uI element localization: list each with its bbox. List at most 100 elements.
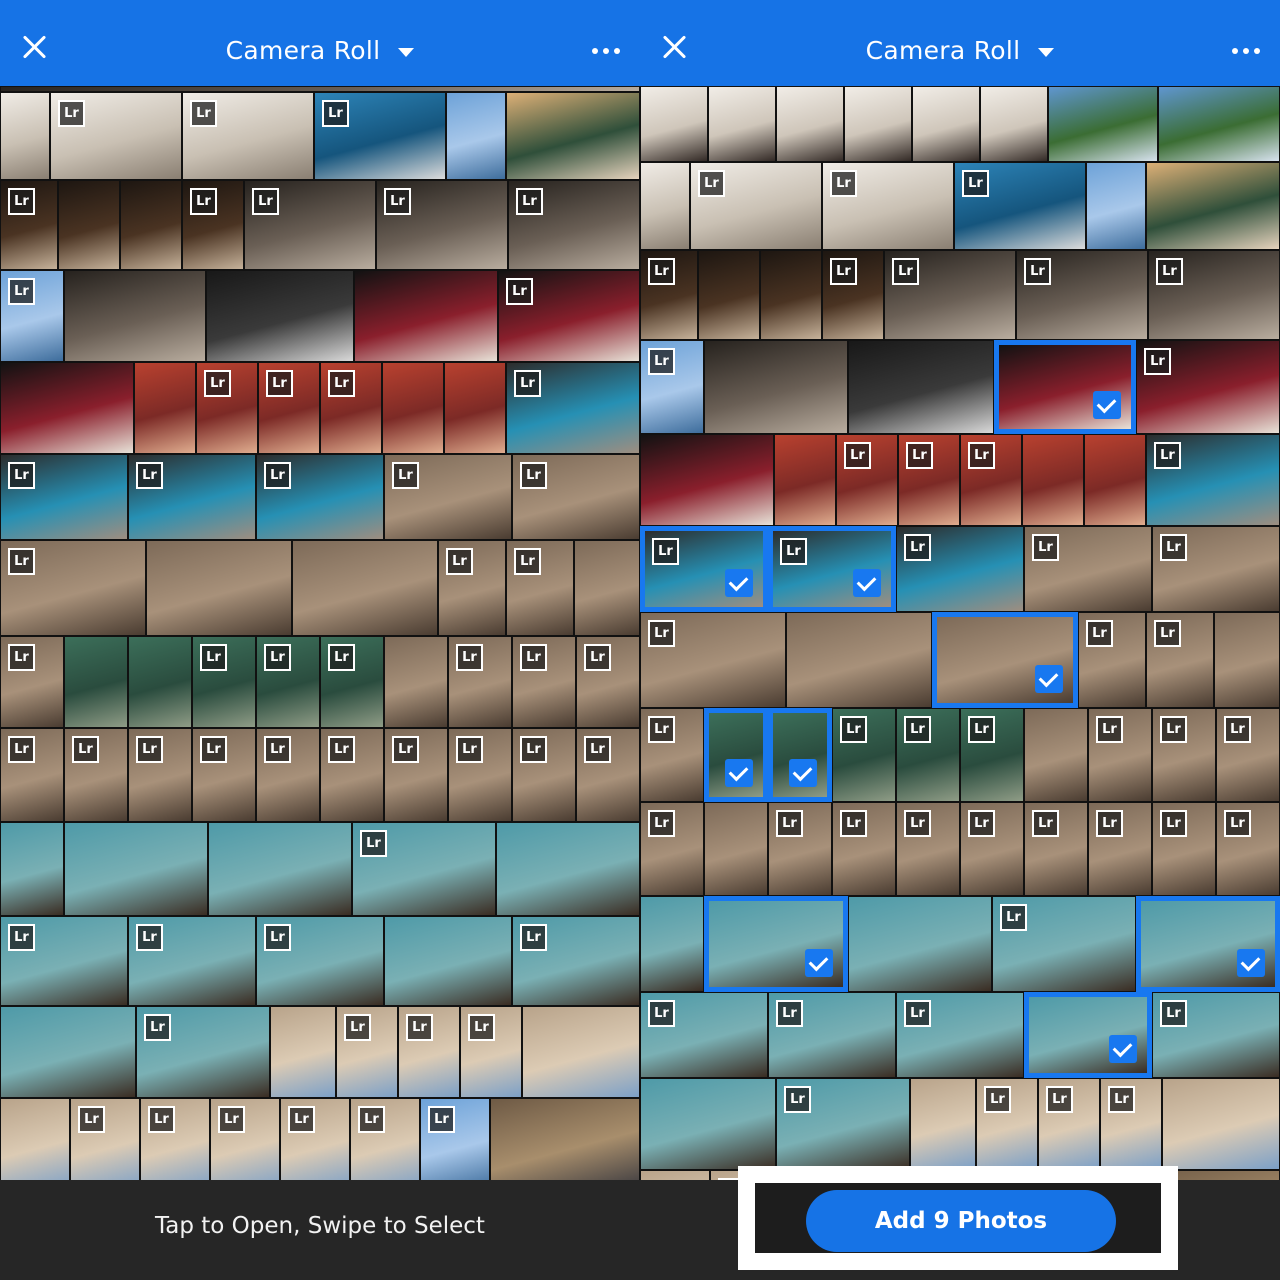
photo-thumbnail[interactable]	[760, 250, 822, 340]
photo-thumbnail[interactable]: Lr	[960, 708, 1024, 802]
photo-thumbnail[interactable]: Lr	[512, 728, 576, 822]
photo-thumbnail[interactable]: Lr	[768, 992, 896, 1078]
photo-thumbnail[interactable]: Lr	[884, 250, 1016, 340]
photo-thumbnail[interactable]: Lr	[1078, 612, 1146, 708]
photo-thumbnail[interactable]	[1214, 612, 1280, 708]
photo-thumbnail[interactable]: Lr	[954, 162, 1086, 250]
photo-thumbnail[interactable]: Lr	[320, 728, 384, 822]
photo-thumbnail[interactable]: Lr	[196, 362, 258, 454]
close-icon[interactable]	[22, 34, 48, 60]
photo-thumbnail[interactable]	[704, 896, 848, 992]
photo-thumbnail[interactable]: Lr	[320, 362, 382, 454]
photo-thumbnail[interactable]: Lr	[896, 992, 1024, 1078]
photo-thumbnail[interactable]	[708, 86, 776, 162]
photo-thumbnail[interactable]	[128, 636, 192, 728]
photo-thumbnail[interactable]: Lr	[776, 1078, 910, 1170]
photo-thumbnail[interactable]: Lr	[506, 362, 640, 454]
album-title[interactable]: Camera Roll	[226, 36, 381, 65]
photo-thumbnail[interactable]	[640, 162, 690, 250]
photo-thumbnail[interactable]: Lr	[320, 636, 384, 728]
photo-thumbnail[interactable]: Lr	[512, 454, 640, 540]
photo-thumbnail[interactable]: Lr	[0, 180, 58, 270]
photo-thumbnail[interactable]: Lr	[256, 636, 320, 728]
photo-thumbnail[interactable]: Lr	[128, 916, 256, 1006]
photo-thumbnail[interactable]	[1024, 708, 1088, 802]
photo-thumbnail[interactable]: Lr	[1152, 708, 1216, 802]
photo-thumbnail[interactable]	[848, 896, 992, 992]
photo-thumbnail[interactable]	[0, 822, 64, 916]
photo-thumbnail[interactable]: Lr	[1152, 802, 1216, 896]
photo-thumbnail[interactable]: Lr	[0, 636, 64, 728]
photo-thumbnail[interactable]	[994, 340, 1136, 434]
photo-thumbnail[interactable]: Lr	[210, 1098, 280, 1180]
photo-thumbnail[interactable]	[980, 86, 1048, 162]
photo-grid[interactable]: Lr Lr Lr Lr Lr Lr Lr Lr Lr Lr Lr Lr Lr Lr Lr Lr Lr Lr Lr Lr…	[0, 86, 640, 1180]
photo-thumbnail[interactable]: Lr	[640, 802, 704, 896]
photo-thumbnail[interactable]: Lr	[448, 728, 512, 822]
more-options-icon[interactable]	[592, 48, 620, 54]
photo-thumbnail[interactable]	[1162, 1078, 1280, 1170]
photo-thumbnail[interactable]: Lr	[640, 708, 704, 802]
photo-thumbnail[interactable]: Lr	[640, 250, 698, 340]
photo-thumbnail[interactable]: Lr	[140, 1098, 210, 1180]
photo-thumbnail[interactable]: Lr	[896, 708, 960, 802]
photo-thumbnail[interactable]: Lr	[136, 1006, 270, 1098]
photo-thumbnail[interactable]: Lr	[1148, 250, 1280, 340]
photo-thumbnail[interactable]: Lr	[960, 434, 1022, 526]
photo-thumbnail[interactable]: Lr	[192, 728, 256, 822]
photo-thumbnail[interactable]: Lr	[280, 1098, 350, 1180]
photo-thumbnail[interactable]	[912, 86, 980, 162]
photo-thumbnail[interactable]: Lr	[690, 162, 822, 250]
photo-thumbnail[interactable]	[496, 822, 640, 916]
photo-thumbnail[interactable]	[1158, 86, 1280, 162]
photo-thumbnail[interactable]: Lr	[0, 916, 128, 1006]
photo-thumbnail[interactable]	[640, 86, 708, 162]
photo-thumbnail[interactable]: Lr	[50, 92, 182, 180]
photo-thumbnail[interactable]	[640, 1078, 776, 1170]
photo-thumbnail[interactable]	[506, 92, 640, 180]
photo-thumbnail[interactable]: Lr	[1038, 1078, 1100, 1170]
photo-thumbnail[interactable]: Lr	[1100, 1078, 1162, 1170]
photo-thumbnail[interactable]	[1136, 896, 1280, 992]
photo-thumbnail[interactable]: Lr	[376, 180, 508, 270]
photo-thumbnail[interactable]: Lr	[822, 250, 884, 340]
photo-thumbnail[interactable]	[640, 1170, 710, 1180]
photo-thumbnail[interactable]: Lr	[976, 1078, 1038, 1170]
photo-thumbnail[interactable]	[786, 612, 932, 708]
photo-thumbnail[interactable]	[1084, 434, 1146, 526]
photo-grid[interactable]: Lr Lr Lr Lr Lr Lr Lr Lr Lr Lr Lr Lr Lr Lr Lr Lr Lr Lr Lr Lr…	[640, 86, 1280, 1180]
photo-thumbnail[interactable]	[384, 916, 512, 1006]
photo-thumbnail[interactable]: Lr	[832, 802, 896, 896]
photo-thumbnail[interactable]: Lr	[314, 92, 446, 180]
photo-thumbnail[interactable]: Lr	[1216, 708, 1280, 802]
photo-thumbnail[interactable]	[698, 250, 760, 340]
photo-thumbnail[interactable]	[1024, 992, 1152, 1078]
photo-thumbnail[interactable]: Lr	[1088, 802, 1152, 896]
photo-thumbnail[interactable]: Lr	[832, 708, 896, 802]
photo-thumbnail[interactable]: Lr	[640, 992, 768, 1078]
photo-thumbnail[interactable]	[384, 636, 448, 728]
photo-thumbnail[interactable]	[848, 340, 994, 434]
photo-thumbnail[interactable]: Lr	[128, 454, 256, 540]
photo-thumbnail[interactable]: Lr	[506, 540, 574, 636]
photo-thumbnail[interactable]	[704, 802, 768, 896]
chevron-down-icon[interactable]	[1038, 47, 1055, 57]
photo-thumbnail[interactable]: Lr	[0, 728, 64, 822]
photo-thumbnail[interactable]: Lr	[0, 270, 64, 362]
photo-thumbnail[interactable]: Lr	[576, 728, 640, 822]
photo-thumbnail[interactable]	[0, 362, 134, 454]
photo-thumbnail[interactable]: Lr	[1146, 434, 1280, 526]
photo-thumbnail[interactable]	[844, 86, 912, 162]
photo-thumbnail[interactable]: Lr	[1146, 612, 1214, 708]
photo-thumbnail[interactable]	[270, 1006, 336, 1098]
photo-thumbnail[interactable]: Lr	[0, 540, 146, 636]
photo-thumbnail[interactable]	[932, 612, 1078, 708]
photo-thumbnail[interactable]: Lr	[1136, 340, 1280, 434]
photo-thumbnail[interactable]	[640, 434, 774, 526]
photo-thumbnail[interactable]	[146, 540, 292, 636]
photo-thumbnail[interactable]: Lr	[512, 636, 576, 728]
photo-thumbnail[interactable]	[0, 1098, 70, 1180]
photo-thumbnail[interactable]	[292, 540, 438, 636]
photo-thumbnail[interactable]	[1086, 162, 1146, 250]
photo-thumbnail[interactable]	[382, 362, 444, 454]
